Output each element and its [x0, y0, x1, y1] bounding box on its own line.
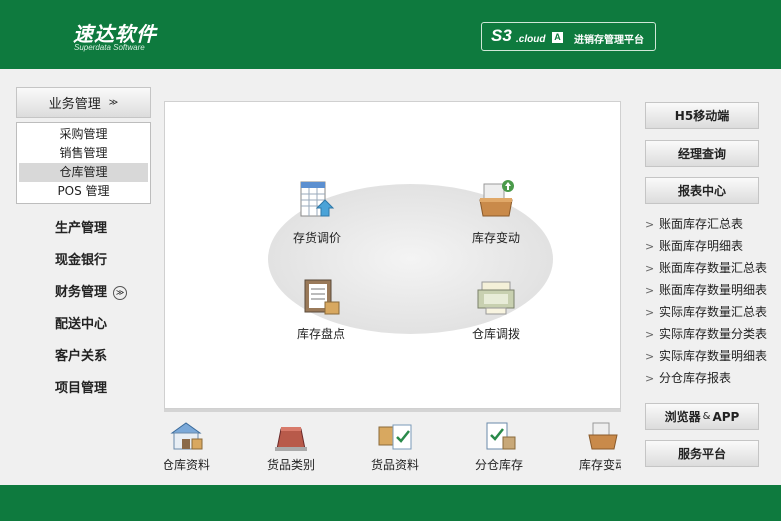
- submenu-item-sales[interactable]: 销售管理: [19, 144, 148, 163]
- flow-node-label: 仓库调拨: [472, 327, 521, 341]
- branch-stock-icon: [486, 422, 516, 450]
- report-link[interactable]: > 实际库存数量分类表: [645, 323, 775, 345]
- strip-item-warehouse-info[interactable]: 仓库资料: [164, 419, 210, 473]
- strip-divider: [164, 409, 621, 412]
- warehouse-transfer-icon: [477, 281, 515, 315]
- manager-query-button[interactable]: 经理查询: [645, 140, 759, 167]
- report-center-button[interactable]: 报表中心: [645, 177, 759, 204]
- report-link[interactable]: > 实际库存数量明细表: [645, 345, 775, 367]
- flow-node-stocktake[interactable]: 库存盘点: [297, 274, 345, 342]
- flow-node-label: 库存变动: [472, 231, 521, 245]
- sidebar-item-finance[interactable]: 财务管理 ≫: [55, 281, 128, 300]
- report-link-label: 账面库存明细表: [659, 239, 744, 253]
- inventory-change-icon: [479, 180, 514, 217]
- flow-node-inventory-change[interactable]: 库存变动: [472, 178, 520, 246]
- sidebar-item-production[interactable]: 生产管理: [55, 217, 107, 236]
- flow-node-label: 存货调价: [293, 231, 342, 245]
- platform-cloud: .cloud: [516, 34, 546, 45]
- report-link-label: 账面库存数量汇总表: [659, 261, 768, 275]
- footer-bar: [0, 485, 781, 521]
- browser-app-amp: &: [702, 411, 711, 422]
- strip-item-label: 仓库资料: [164, 458, 211, 472]
- sidebar-item-cash-bank[interactable]: 现金银行: [55, 249, 107, 268]
- submenu-item-pos[interactable]: POS 管理: [19, 182, 148, 201]
- report-link-label: 账面库存汇总表: [659, 217, 744, 231]
- sidebar-item-project[interactable]: 项目管理: [55, 377, 107, 396]
- submenu-item-warehouse[interactable]: 仓库管理: [19, 163, 148, 182]
- report-link[interactable]: > 账面库存汇总表: [645, 213, 775, 235]
- report-link[interactable]: > 账面库存数量汇总表: [645, 257, 775, 279]
- report-link-label: 实际库存数量明细表: [659, 349, 768, 363]
- service-platform-button[interactable]: 服务平台: [645, 440, 759, 467]
- report-link[interactable]: > 账面库存明细表: [645, 235, 775, 257]
- chevron-right-icon: >: [645, 350, 655, 363]
- strip-item-branch-stock[interactable]: 分仓库存: [475, 419, 523, 473]
- platform-cloud-badge: A: [552, 32, 563, 43]
- chevron-right-icon: >: [645, 372, 655, 385]
- submenu-business: 采购管理 销售管理 仓库管理 POS 管理: [16, 122, 151, 204]
- report-link-label: 实际库存数量分类表: [659, 327, 768, 341]
- report-link-label: 分仓库存报表: [659, 371, 732, 385]
- submenu-item-purchase[interactable]: 采购管理: [19, 125, 148, 144]
- browser-app-left: 浏览器: [664, 410, 701, 424]
- strip-item-goods-info[interactable]: 货品资料: [371, 419, 419, 473]
- goods-category-icon: [275, 427, 307, 451]
- stocktake-icon: [304, 279, 340, 315]
- platform-s3: S3: [491, 26, 512, 45]
- sidebar-item-crm[interactable]: 客户关系: [55, 345, 107, 364]
- strip-item-label: 货品类别: [267, 458, 316, 472]
- chevron-right-icon: >: [645, 218, 655, 231]
- price-adjust-icon: [300, 181, 335, 217]
- report-link[interactable]: > 分仓库存报表: [645, 367, 775, 389]
- strip-item-label: 货品资料: [371, 458, 420, 472]
- sidebar-item-label: 财务管理: [55, 285, 108, 300]
- warehouse-info-icon: [170, 422, 203, 450]
- header-bar: 速达软件 Superdata Software S3 .cloud A 进销存管…: [0, 0, 781, 69]
- chevron-down-circle-icon: ≫: [113, 285, 128, 300]
- logo-subtext: Superdata Software: [74, 43, 145, 52]
- platform-name: 进销存管理平台: [574, 35, 644, 46]
- flow-node-price-adjust[interactable]: 存货调价: [293, 178, 341, 246]
- sidebar-item-delivery[interactable]: 配送中心: [55, 313, 107, 332]
- flow-node-label: 库存盘点: [297, 327, 346, 341]
- platform-badge: S3 .cloud A 进销存管理平台: [481, 22, 656, 51]
- inventory-change-icon: [588, 422, 618, 450]
- strip-item-inventory-change[interactable]: 库存变动: [579, 419, 621, 473]
- chevron-right-icon: >: [645, 306, 655, 319]
- report-link[interactable]: > 实际库存数量汇总表: [645, 301, 775, 323]
- chevron-right-icon: >: [645, 262, 655, 275]
- strip-item-label: 库存变动: [579, 458, 621, 472]
- strip-item-goods-category[interactable]: 货品类别: [267, 419, 315, 473]
- flow-node-warehouse-transfer[interactable]: 仓库调拨: [472, 274, 520, 342]
- report-link-label: 实际库存数量汇总表: [659, 305, 768, 319]
- chevron-right-icon: >: [645, 240, 655, 253]
- report-link-label: 账面库存数量明细表: [659, 283, 768, 297]
- chevron-right-icon: >: [645, 284, 655, 297]
- goods-info-icon: [378, 424, 412, 450]
- module-label: 业务管理: [48, 97, 101, 112]
- browser-app-button[interactable]: 浏览器 & APP: [645, 403, 759, 430]
- browser-app-right: APP: [712, 409, 740, 424]
- chevron-down-icon: ≫: [108, 97, 119, 108]
- chevron-right-icon: >: [645, 328, 655, 341]
- bottom-icon-strip: 仓库资料 货品类别 货品资料 分仓库存 库存变动: [164, 409, 621, 485]
- workflow-canvas: 存货调价 库存变动 库存盘点 仓库调拨: [164, 101, 621, 409]
- h5-mobile-button[interactable]: H5移动端: [645, 102, 759, 129]
- module-button-business[interactable]: 业务管理 ≫: [16, 87, 151, 118]
- report-list: > 账面库存汇总表 > 账面库存明细表 > 账面库存数量汇总表 > 账面库存数量明细表 …: [645, 213, 775, 389]
- strip-item-label: 分仓库存: [475, 458, 524, 472]
- report-link[interactable]: > 账面库存数量明细表: [645, 279, 775, 301]
